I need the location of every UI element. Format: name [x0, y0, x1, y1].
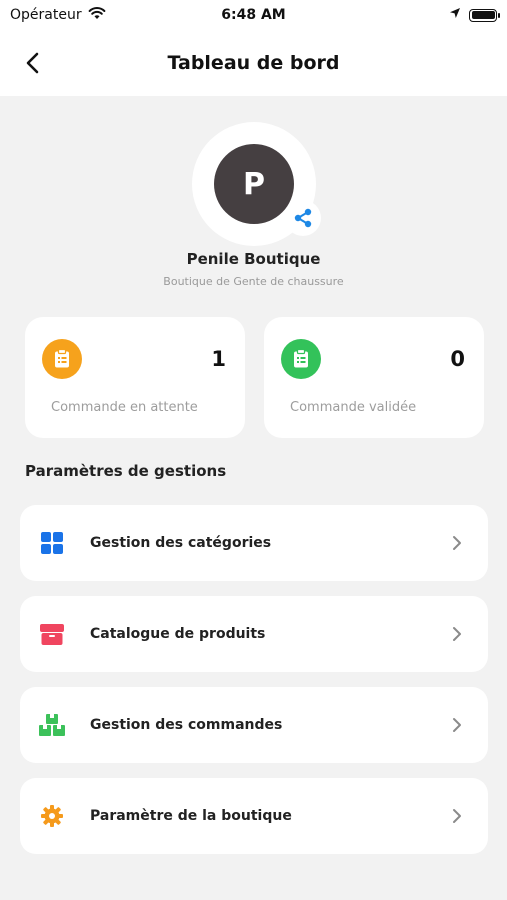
validated-orders-label: Commande validée	[290, 400, 417, 415]
menu-item-label: Gestion des catégories	[90, 535, 272, 551]
back-button[interactable]	[18, 48, 48, 78]
chevron-right-icon	[450, 533, 464, 553]
menu-item-catalog[interactable]: Catalogue de produits	[20, 596, 488, 672]
menu-item-categories[interactable]: Gestion des catégories	[20, 505, 488, 581]
chevron-right-icon	[450, 715, 464, 735]
pending-orders-card[interactable]: 1 Commande en attente	[25, 317, 245, 438]
battery-fill	[471, 11, 495, 19]
share-button[interactable]	[285, 200, 321, 236]
shop-description: Boutique de Gente de chaussure	[163, 275, 344, 288]
status-right	[449, 7, 500, 23]
status-left: Opérateur	[10, 6, 106, 24]
clipboard-icon	[42, 339, 82, 379]
boxes-icon	[38, 711, 66, 739]
menu-item-label: Catalogue de produits	[90, 626, 266, 642]
page-title: Tableau de bord	[167, 52, 340, 74]
chevron-right-icon	[450, 806, 464, 826]
nav-bar: Tableau de bord	[0, 30, 507, 96]
avatar: P	[214, 144, 294, 224]
share-icon	[294, 208, 312, 228]
pending-orders-label: Commande en attente	[51, 400, 198, 415]
shop-name: Penile Boutique	[186, 250, 321, 268]
menu-item-orders[interactable]: Gestion des commandes	[20, 687, 488, 763]
chevron-right-icon	[450, 624, 464, 644]
menu-item-label: Gestion des commandes	[90, 717, 283, 733]
carrier-label: Opérateur	[10, 7, 82, 23]
validated-orders-count: 0	[450, 347, 465, 371]
status-bar: Opérateur 6:48 AM	[0, 0, 507, 30]
pending-orders-count: 1	[211, 347, 226, 371]
battery-icon	[469, 8, 500, 22]
box-icon	[38, 620, 66, 648]
location-arrow-icon	[449, 7, 461, 23]
section-title: Paramètres de gestions	[25, 462, 227, 480]
menu-item-shop-settings[interactable]: Paramètre de la boutique	[20, 778, 488, 854]
gear-icon	[38, 802, 66, 830]
menu-item-label: Paramètre de la boutique	[90, 808, 292, 824]
grid-icon	[38, 529, 66, 557]
wifi-icon	[88, 6, 106, 24]
chevron-left-icon	[26, 52, 39, 74]
clipboard-icon	[281, 339, 321, 379]
validated-orders-card[interactable]: 0 Commande validée	[264, 317, 484, 438]
